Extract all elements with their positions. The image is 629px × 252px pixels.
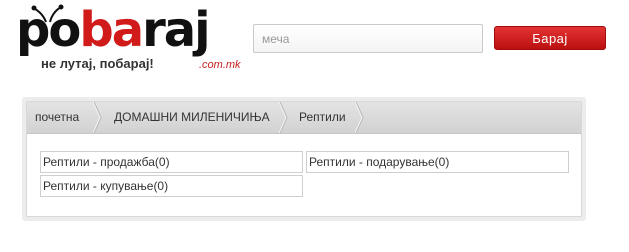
breadcrumb-reptiles[interactable]: Рептили bbox=[299, 102, 346, 133]
chevron-right-icon bbox=[93, 102, 102, 133]
breadcrumb-home[interactable]: почетна bbox=[35, 102, 79, 133]
breadcrumb: почетна ДОМАШНИ МИЛЕНИЧИЊА Рептили bbox=[27, 102, 581, 134]
site-logo[interactable]: pobaraj не лутај, побарај! .com.mk bbox=[16, 2, 241, 74]
breadcrumb-domestic-pets[interactable]: ДОМАШНИ МИЛЕНИЧИЊА bbox=[114, 102, 270, 133]
ant-logo-icon bbox=[31, 4, 64, 23]
search-input[interactable] bbox=[253, 24, 483, 53]
logo-text-raj: raj bbox=[142, 2, 211, 58]
category-link-reptiles-giveaway[interactable]: Рептили - подарување(0) bbox=[306, 151, 569, 173]
logo-slogan: не лутај, побарај! bbox=[41, 56, 154, 71]
logo-text-ba: ba bbox=[79, 2, 144, 58]
category-panel-inner: почетна ДОМАШНИ МИЛЕНИЧИЊА Рептили Репти… bbox=[26, 101, 582, 217]
search-button[interactable]: Барај bbox=[494, 26, 606, 50]
category-link-reptiles-sale[interactable]: Рептили - продажба(0) bbox=[40, 151, 303, 173]
chevron-right-icon bbox=[355, 102, 364, 133]
category-link-reptiles-buy[interactable]: Рептили - купување(0) bbox=[40, 175, 303, 197]
logo-domain: .com.mk bbox=[199, 59, 241, 71]
chevron-right-icon bbox=[279, 102, 288, 133]
category-panel: почетна ДОМАШНИ МИЛЕНИЧИЊА Рептили Репти… bbox=[22, 97, 586, 221]
